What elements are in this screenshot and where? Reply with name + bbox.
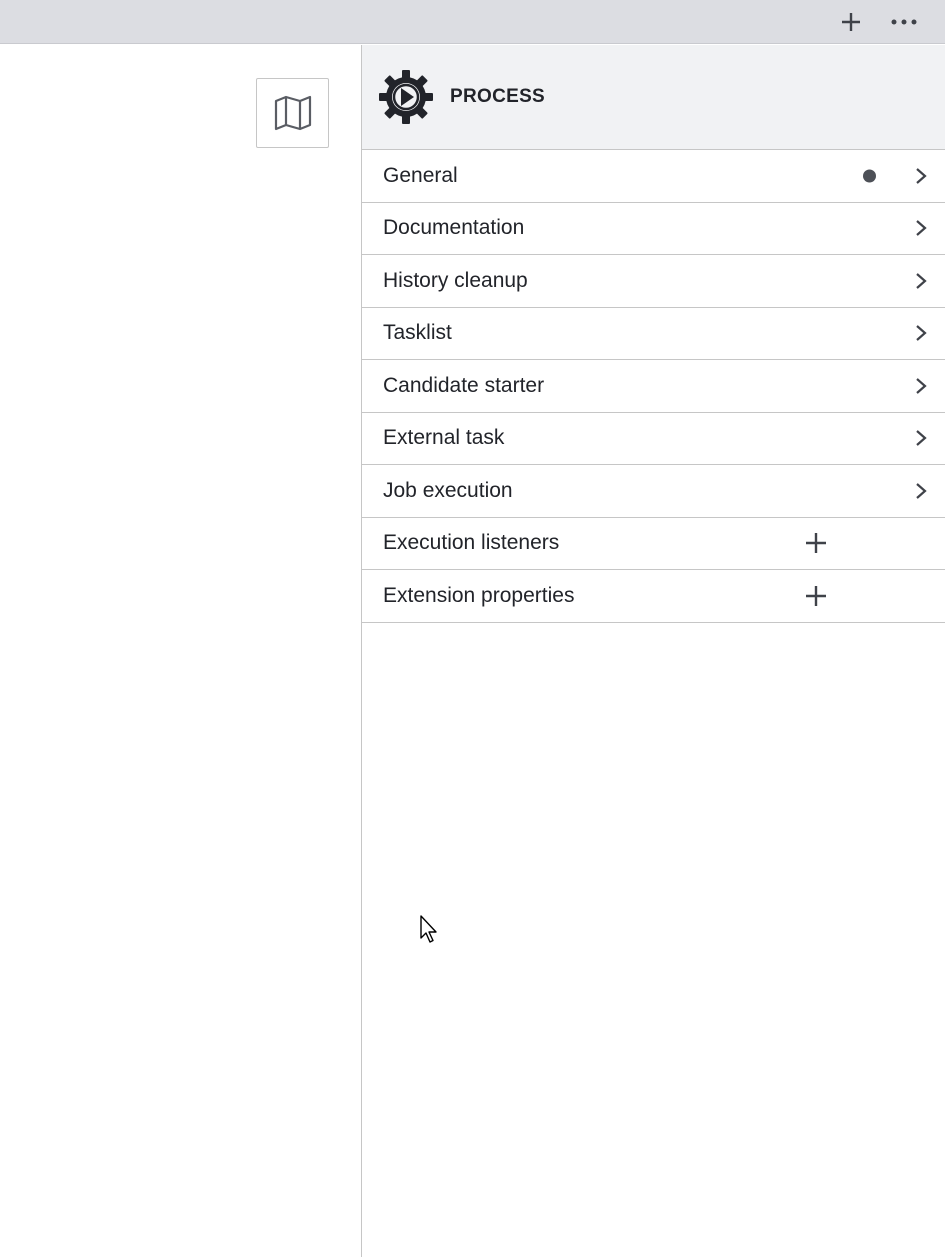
add-extension-property-plus-icon[interactable] <box>805 585 827 607</box>
map-icon <box>274 95 311 131</box>
diagram-canvas[interactable] <box>0 45 361 1257</box>
chevron-right-icon[interactable] <box>913 218 929 238</box>
panel-header: PROCESS <box>362 45 945 150</box>
more-options-button[interactable] <box>886 4 922 40</box>
minimap-toggle-button[interactable] <box>256 78 329 148</box>
group-label: History cleanup <box>383 268 528 292</box>
group-label: Extension properties <box>383 583 575 607</box>
group-general[interactable]: General <box>362 150 945 203</box>
group-tasklist[interactable]: Tasklist <box>362 308 945 360</box>
properties-panel: PROCESS General Documentation History cl… <box>361 45 945 1257</box>
group-label: General <box>383 163 458 187</box>
group-documentation[interactable]: Documentation <box>362 203 945 255</box>
group-label: Documentation <box>383 216 525 240</box>
group-history-cleanup[interactable]: History cleanup <box>362 255 945 308</box>
group-label: Tasklist <box>383 321 452 345</box>
chevron-right-icon[interactable] <box>913 376 929 396</box>
chevron-right-icon[interactable] <box>913 166 929 186</box>
process-gear-play-icon <box>378 69 434 125</box>
group-extension-properties[interactable]: Extension properties <box>362 570 945 623</box>
ellipsis-icon <box>891 19 917 25</box>
group-label: External task <box>383 426 505 450</box>
plus-icon <box>842 13 860 31</box>
group-execution-listeners[interactable]: Execution listeners <box>362 518 945 570</box>
group-label: Job execution <box>383 478 513 502</box>
top-toolbar <box>0 0 945 44</box>
has-data-indicator <box>863 169 876 183</box>
add-button[interactable] <box>833 4 869 40</box>
group-label: Candidate starter <box>383 373 545 397</box>
chevron-right-icon[interactable] <box>913 323 929 343</box>
add-execution-listener-plus-icon[interactable] <box>805 532 827 554</box>
chevron-right-icon[interactable] <box>913 271 929 291</box>
group-candidate-starter[interactable]: Candidate starter <box>362 360 945 413</box>
group-job-execution[interactable]: Job execution <box>362 465 945 518</box>
chevron-right-icon[interactable] <box>913 481 929 501</box>
chevron-right-icon[interactable] <box>913 428 929 448</box>
group-label: Execution listeners <box>383 531 560 555</box>
panel-title: PROCESS <box>450 86 546 107</box>
group-external-task[interactable]: External task <box>362 413 945 465</box>
